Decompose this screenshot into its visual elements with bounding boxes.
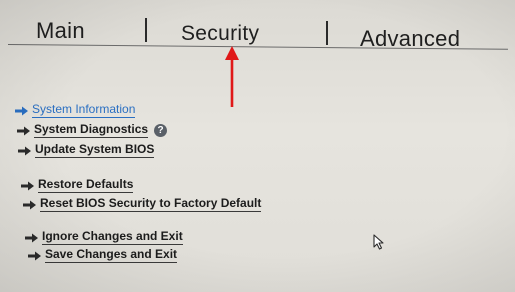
menu-item-label: Ignore Changes and Exit [42,229,183,245]
menu-item-label: Update System BIOS [35,142,155,158]
menu-item-label: System Diagnostics [34,122,149,138]
right-arrow-icon [28,251,41,260]
tab-bar: Main Security Advanced [0,0,515,51]
menu-item-restore-defaults[interactable]: Restore Defaults [21,177,134,193]
menu-item-reset-bios-security[interactable]: Reset BIOS Security to Factory Default [23,196,262,212]
help-icon[interactable]: ? [154,124,168,137]
bios-screen: Main Security Advanced System Informatio… [0,0,515,292]
menu-item-update-system-bios[interactable]: Update System BIOS [18,142,155,158]
menu-item-label: Save Changes and Exit [45,247,178,263]
tab-separator [145,18,147,42]
right-arrow-icon [17,126,30,135]
tab-separator [326,21,328,45]
menu-item-system-diagnostics[interactable]: System Diagnostics ? [17,122,168,138]
right-arrow-icon [21,181,34,190]
menu-item-label: Restore Defaults [38,177,134,193]
red-up-arrow-annotation [225,46,239,107]
menu-item-ignore-changes-and-exit[interactable]: Ignore Changes and Exit [25,230,183,245]
menu-item-system-information[interactable]: System Information [15,102,136,118]
right-arrow-icon [15,106,28,115]
right-arrow-icon [18,146,31,155]
right-arrow-icon [23,200,36,209]
tab-security[interactable]: Security [181,22,259,46]
menu-item-label: System Information [32,102,136,118]
mouse-pointer-icon [373,234,384,250]
right-arrow-icon [25,233,38,242]
tab-main[interactable]: Main [36,18,85,44]
menu-item-save-changes-and-exit[interactable]: Save Changes and Exit [28,247,178,263]
menu-item-label: Reset BIOS Security to Factory Default [40,196,262,212]
